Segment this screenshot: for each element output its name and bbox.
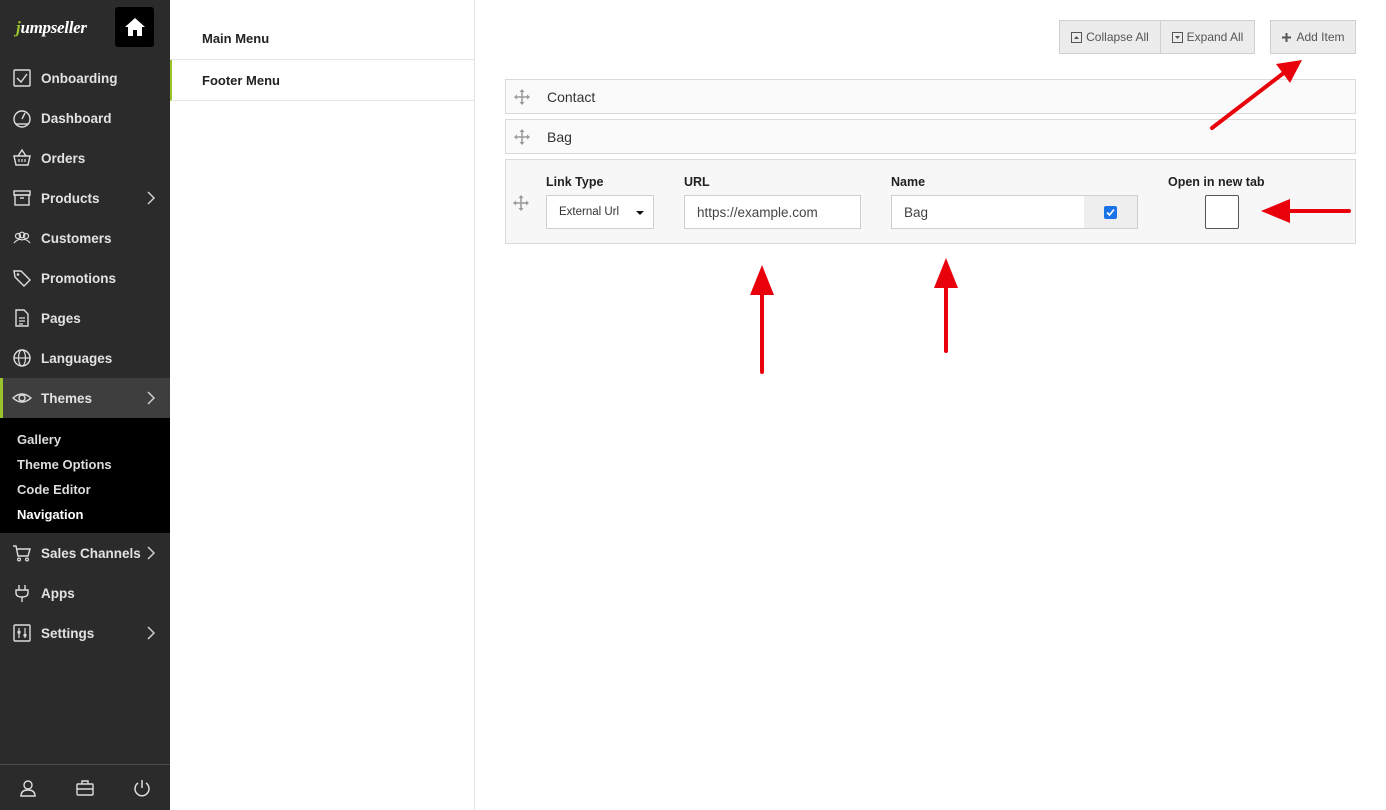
box-icon [13,190,31,206]
cart-icon [13,545,31,562]
sidebar-nav: Onboarding Dashboard Orders Products Cus… [0,58,170,653]
globe-icon [13,349,31,367]
sidebar-item-label: Orders [41,150,86,166]
name-checkbox-addon [1084,195,1138,229]
sidebar-item-products[interactable]: Products [0,178,170,218]
sidebar-item-orders[interactable]: Orders [0,138,170,178]
sidebar-item-label: Onboarding [41,70,118,86]
caret-down-icon [636,211,644,215]
add-item-button[interactable]: Add Item [1270,20,1356,54]
power-icon[interactable] [132,778,152,798]
drag-handle-icon[interactable] [513,195,529,211]
menu-row[interactable]: Contact [505,79,1356,114]
chevron-right-icon [147,391,156,405]
sidebar-item-label: Customers [41,230,112,246]
sidebar-item-label: Sales Channels [41,545,141,561]
open-new-tab-checkbox[interactable] [1205,195,1239,229]
drag-handle-icon[interactable] [514,128,530,145]
menu-row[interactable]: Bag [505,119,1356,154]
plug-icon [15,585,29,602]
sidebar-item-languages[interactable]: Languages [0,338,170,378]
menu-row-editor: Link Type External Url URL Name Open in … [505,159,1356,244]
subnav-item-gallery[interactable]: Gallery [0,427,170,452]
home-icon [124,18,145,36]
sidebar-item-label: Pages [41,310,81,326]
sidebar-item-label: Themes [41,390,93,406]
collapse-icon [1071,31,1083,43]
user-icon[interactable] [18,778,38,798]
sidebar-item-pages[interactable]: Pages [0,298,170,338]
sidebar-item-apps[interactable]: Apps [0,573,170,613]
home-button[interactable] [115,7,154,47]
sliders-icon [13,624,31,642]
drag-handle-icon[interactable] [514,88,530,105]
sidebar-item-label: Promotions [41,270,117,286]
chevron-right-icon [147,626,156,640]
url-input[interactable] [684,195,861,229]
sidebar-item-sales-channels[interactable]: Sales Channels [0,533,170,573]
themes-subnav: Gallery Theme Options Code Editor Naviga… [0,418,170,533]
sidebar-item-label: Languages [41,350,113,366]
sidebar-item-dashboard[interactable]: Dashboard [0,98,170,138]
sidebar-item-label: Dashboard [41,110,112,126]
sidebar-item-label: Settings [41,625,95,641]
menu-editor: Collapse All Expand All Add Item Contact… [475,0,1386,810]
tag-icon [13,270,31,287]
subnav-item-navigation[interactable]: Navigation [0,502,170,527]
menu-list: Main Menu Footer Menu [170,0,475,810]
document-icon [15,309,29,327]
gauge-icon [13,110,31,128]
jumpseller-logo[interactable]: jumpseller [16,18,87,38]
sidebar-item-label: Products [41,190,100,206]
eye-icon [12,393,32,403]
users-icon [13,231,31,244]
brand: jumpseller [0,0,170,56]
sidebar-item-onboarding[interactable]: Onboarding [0,58,170,98]
url-label: URL [684,175,710,189]
sidebar-item-label: Apps [41,585,75,601]
subnav-item-code-editor[interactable]: Code Editor [0,477,170,502]
menu-row-label: Contact [547,88,596,105]
name-checkbox[interactable] [1104,205,1117,219]
collapse-all-button[interactable]: Collapse All [1059,20,1161,54]
sidebar-footer [0,764,170,810]
briefcase-icon[interactable] [75,778,95,798]
chevron-right-icon [147,191,156,205]
name-input[interactable] [891,195,1085,229]
menu-item-footer-menu[interactable]: Footer Menu [170,60,474,101]
menu-item-main-menu[interactable]: Main Menu [170,0,474,60]
plus-icon [1282,32,1292,42]
menu-row-label: Bag [547,128,572,145]
link-type-select[interactable]: External Url [546,195,654,229]
subnav-item-theme-options[interactable]: Theme Options [0,452,170,477]
sidebar-item-settings[interactable]: Settings [0,613,170,653]
sidebar-item-promotions[interactable]: Promotions [0,258,170,298]
sidebar-item-themes[interactable]: Themes [0,378,170,418]
sidebar-item-customers[interactable]: Customers [0,218,170,258]
link-type-label: Link Type [546,175,604,189]
checkbox-icon [13,69,31,87]
name-label: Name [891,175,926,189]
open-new-tab-label: Open in new tab [1168,175,1265,189]
basket-icon [13,148,31,166]
chevron-right-icon [147,546,156,560]
expand-all-button[interactable]: Expand All [1160,20,1255,54]
check-icon [1106,208,1115,216]
expand-icon [1171,31,1183,43]
sidebar: jumpseller Onboarding Dashboard Orders P… [0,0,170,810]
